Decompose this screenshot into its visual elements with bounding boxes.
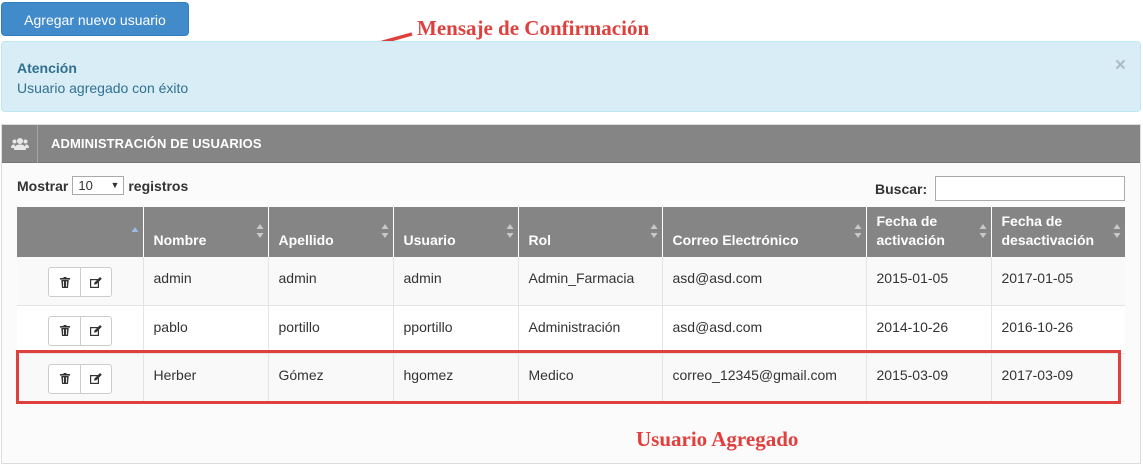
column-header-usuario[interactable]: Usuario — [393, 207, 519, 257]
trash-icon — [59, 276, 70, 288]
trash-icon — [59, 325, 70, 336]
sort-icon — [979, 224, 986, 238]
cell-correo: asd@asd.com — [662, 305, 867, 354]
alert-message: Usuario agregado con éxito — [17, 80, 189, 96]
length-control: Mostrar 10 ▼ registros — [17, 176, 188, 195]
cell-fecha-activacion: 2014-10-26 — [866, 305, 992, 354]
cell-rol: Administración — [518, 305, 663, 354]
sort-icon — [256, 224, 263, 238]
column-header-fecha-desactivacion[interactable]: Fecha de desactivación — [991, 207, 1125, 257]
column-header-fecha-activacion[interactable]: Fecha de activación — [866, 207, 992, 257]
delete-button[interactable] — [49, 268, 80, 296]
cell-apellido: Gómez — [268, 353, 394, 402]
chevron-down-icon: ▼ — [110, 180, 120, 190]
column-header-rol[interactable]: Rol — [518, 207, 663, 257]
search-label: Buscar: — [875, 181, 928, 197]
edit-icon — [90, 276, 102, 288]
edit-button[interactable] — [80, 268, 111, 296]
users-icon — [2, 125, 38, 163]
sort-asc-icon — [131, 227, 138, 232]
sort-icon — [854, 224, 861, 238]
search-input[interactable] — [935, 176, 1125, 201]
annotation-added: Usuario Agregado — [636, 427, 799, 451]
actions-cell — [17, 257, 144, 306]
sort-icon — [506, 224, 513, 238]
cell-usuario: pportillo — [393, 305, 519, 354]
cell-apellido: admin — [268, 257, 394, 306]
cell-fecha-desactivacion: 2016-10-26 — [991, 305, 1125, 354]
sort-icon — [381, 224, 388, 238]
cell-fecha-activacion: 2015-01-05 — [866, 257, 992, 306]
trash-icon — [59, 373, 70, 384]
cell-nombre: admin — [143, 257, 269, 306]
length-prefix: Mostrar — [17, 177, 69, 194]
cell-apellido: portillo — [268, 305, 394, 354]
users-table: Nombre Apellido Usuario Rol Correo Elect… — [17, 207, 1125, 402]
cell-rol: Medico — [518, 353, 663, 402]
cell-correo: asd@asd.com — [662, 257, 867, 306]
length-suffix: registros — [128, 177, 189, 194]
length-select[interactable]: 10 ▼ — [72, 176, 125, 195]
delete-button[interactable] — [49, 365, 80, 393]
cell-usuario: admin — [393, 257, 519, 306]
cell-fecha-desactivacion: 2017-03-09 — [991, 353, 1125, 402]
delete-button[interactable] — [49, 317, 80, 345]
cell-rol: Admin_Farmacia — [518, 257, 663, 306]
cell-correo: correo_12345@gmail.com — [662, 353, 867, 402]
alert-title: Atención — [17, 60, 77, 76]
table-row: pablo portillo pportillo Administración … — [17, 305, 1125, 354]
column-header-apellido[interactable]: Apellido — [268, 207, 394, 257]
sort-icon — [650, 224, 657, 238]
column-header-correo[interactable]: Correo Electrónico — [662, 207, 867, 257]
table-row: Herber Gómez hgomez Medico correo_12345@… — [17, 353, 1125, 402]
row-actions — [48, 267, 112, 297]
add-user-button[interactable]: Agregar nuevo usuario — [1, 2, 189, 36]
cell-nombre: pablo — [143, 305, 269, 354]
annotation-confirmation: Mensaje de Confirmación — [417, 16, 650, 40]
panel-header: ADMINISTRACIÓN DE USUARIOS — [2, 125, 1140, 163]
panel-title: ADMINISTRACIÓN DE USUARIOS — [51, 136, 262, 151]
cell-nombre: Herber — [143, 353, 269, 402]
length-selected-value: 10 — [78, 178, 93, 193]
row-actions — [48, 363, 112, 394]
edit-button[interactable] — [80, 316, 111, 345]
confirmation-alert: Atención Usuario agregado con éxito × — [1, 41, 1141, 112]
table-header-row: Nombre Apellido Usuario Rol Correo Elect… — [17, 207, 1125, 257]
cell-fecha-desactivacion: 2017-01-05 — [991, 257, 1125, 306]
row-actions — [48, 315, 112, 346]
actions-cell — [17, 353, 144, 402]
table-row: admin admin admin Admin_Farmacia asd@asd… — [17, 257, 1125, 306]
column-header-nombre[interactable]: Nombre — [143, 207, 269, 257]
sort-icon — [1113, 224, 1121, 238]
edit-icon — [90, 325, 102, 336]
cell-fecha-activacion: 2015-03-09 — [866, 353, 992, 402]
edit-button[interactable] — [80, 364, 111, 393]
edit-icon — [90, 373, 102, 384]
alert-close-button[interactable]: × — [1115, 56, 1126, 75]
column-header-actions[interactable] — [17, 207, 144, 257]
cell-usuario: hgomez — [393, 353, 519, 402]
actions-cell — [17, 305, 144, 354]
